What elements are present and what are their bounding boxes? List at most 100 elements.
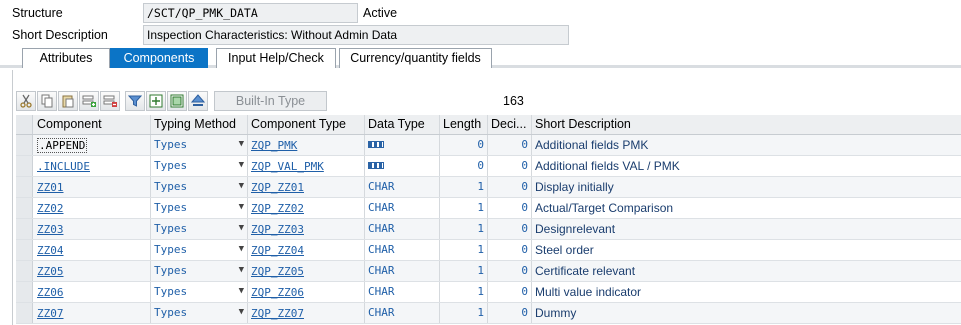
data-type-value: CHAR — [368, 264, 395, 277]
row-selector[interactable] — [16, 261, 33, 281]
component-name[interactable]: ZZ02 — [37, 202, 64, 215]
component-type-link[interactable]: ZQP_PMK — [251, 139, 297, 152]
component-name[interactable]: ZZ04 — [37, 244, 64, 257]
column-header-typing-method[interactable]: Typing Method — [151, 115, 248, 134]
row-selector[interactable] — [16, 240, 33, 260]
short-description-value: Certificate relevant — [535, 264, 636, 278]
delete-row-icon[interactable] — [100, 91, 120, 111]
column-header-component[interactable]: Component — [34, 115, 151, 134]
short-description-field[interactable]: Inspection Characteristics: Without Admi… — [143, 25, 569, 45]
paste-icon[interactable] — [58, 91, 78, 111]
table-row[interactable]: ZZ06 Types ▼ ZQP_ZZ06 CHAR 1 0 Multi value indi… — [16, 282, 961, 303]
structure-label: Structure — [12, 6, 63, 20]
chevron-down-icon: ▼ — [238, 139, 244, 149]
component-name[interactable]: ZZ06 — [37, 286, 64, 299]
tab-input-help-check[interactable]: Input Help/Check — [216, 48, 336, 68]
row-selector[interactable] — [16, 177, 33, 197]
status-text: Active — [363, 6, 398, 20]
tab-components[interactable]: Components — [110, 48, 208, 68]
built-in-type-button[interactable]: Built-In Type — [214, 91, 327, 111]
decimals-value: 0 — [488, 219, 532, 239]
short-description-value: Designrelevant — [535, 222, 616, 236]
row-selector[interactable] — [16, 282, 33, 302]
row-selector[interactable] — [16, 303, 33, 323]
chevron-down-icon: ▼ — [238, 160, 244, 170]
component-name[interactable]: ZZ03 — [37, 223, 64, 236]
copy-icon[interactable] — [37, 91, 57, 111]
tab-attributes[interactable]: Attributes — [22, 48, 110, 68]
structure-icon — [368, 141, 384, 148]
length-value: 1 — [440, 282, 488, 302]
short-description-value: Multi value indicator — [535, 285, 642, 299]
component-name[interactable]: ZZ07 — [37, 307, 64, 320]
typing-method-select[interactable]: Types ▼ — [151, 240, 248, 260]
typing-method-select[interactable]: Types ▼ — [151, 303, 248, 323]
typing-method-value: Types — [154, 138, 188, 151]
collapse-icon[interactable] — [167, 91, 187, 111]
component-name[interactable]: ZZ05 — [37, 265, 64, 278]
component-name[interactable]: .INCLUDE — [37, 160, 90, 173]
column-header-decimals[interactable]: Deci... — [488, 115, 532, 134]
data-type-cell: CHAR — [365, 219, 440, 239]
typing-method-select[interactable]: Types ▼ — [151, 135, 248, 155]
component-type-link[interactable]: ZQP_ZZ05 — [251, 265, 304, 278]
table-row[interactable]: .INCLUDE Types ▼ ZQP_VAL_PMK 0 0 Additional fi… — [16, 156, 961, 177]
select-all-cell[interactable] — [16, 115, 33, 134]
typing-method-select[interactable]: Types ▼ — [151, 177, 248, 197]
decimals-value: 0 — [488, 135, 532, 155]
cut-icon[interactable] — [16, 91, 36, 111]
table-row[interactable]: ZZ01 Types ▼ ZQP_ZZ01 CHAR 1 0 Display initiall… — [16, 177, 961, 198]
expand-icon[interactable] — [146, 91, 166, 111]
table-row[interactable]: ZZ02 Types ▼ ZQP_ZZ02 CHAR 1 0 Actual/Target Co… — [16, 198, 961, 219]
data-type-cell: CHAR — [365, 177, 440, 197]
table-row[interactable]: ZZ07 Types ▼ ZQP_ZZ07 CHAR 1 0 Dummy — [16, 303, 961, 324]
chevron-down-icon: ▼ — [238, 307, 244, 317]
sort-icon[interactable] — [188, 91, 208, 111]
row-selector[interactable] — [16, 198, 33, 218]
typing-method-value: Types — [154, 264, 188, 277]
tab-currency-quantity-fields[interactable]: Currency/quantity fields — [339, 48, 492, 68]
column-header-length[interactable]: Length — [440, 115, 488, 134]
typing-method-select[interactable]: Types ▼ — [151, 282, 248, 302]
component-name[interactable]: .APPEND — [37, 138, 88, 153]
component-type-link[interactable]: ZQP_ZZ01 — [251, 181, 304, 194]
short-description-value: Display initially — [535, 180, 614, 194]
component-type-link[interactable]: ZQP_ZZ04 — [251, 244, 304, 257]
length-value: 1 — [440, 219, 488, 239]
table-row[interactable]: .APPEND Types ▼ ZQP_PMK 0 0 Additional fields … — [16, 135, 961, 156]
row-selector[interactable] — [16, 219, 33, 239]
data-type-cell: CHAR — [365, 240, 440, 260]
component-type-link[interactable]: ZQP_ZZ06 — [251, 286, 304, 299]
column-header-short-description[interactable]: Short Description — [532, 115, 961, 134]
typing-method-value: Types — [154, 159, 188, 172]
short-description-label: Short Description — [12, 28, 108, 42]
chevron-down-icon: ▼ — [238, 286, 244, 296]
components-table: Component Typing Method Component Type D… — [16, 115, 961, 324]
table-row[interactable]: ZZ05 Types ▼ ZQP_ZZ05 CHAR 1 0 Certificate rele… — [16, 261, 961, 282]
row-selector[interactable] — [16, 156, 33, 176]
column-header-component-type[interactable]: Component Type — [248, 115, 365, 134]
length-value: 1 — [440, 198, 488, 218]
column-header-data-type[interactable]: Data Type — [365, 115, 440, 134]
data-type-value: CHAR — [368, 222, 395, 235]
component-type-link[interactable]: ZQP_ZZ02 — [251, 202, 304, 215]
component-name[interactable]: ZZ01 — [37, 181, 64, 194]
typing-method-select[interactable]: Types ▼ — [151, 156, 248, 176]
component-type-link[interactable]: ZQP_ZZ07 — [251, 307, 304, 320]
data-type-cell: CHAR — [365, 282, 440, 302]
filter-icon[interactable] — [125, 91, 145, 111]
length-value: 0 — [440, 156, 488, 176]
length-value: 1 — [440, 261, 488, 281]
length-value: 0 — [440, 135, 488, 155]
row-selector[interactable] — [16, 135, 33, 155]
component-type-link[interactable]: ZQP_ZZ03 — [251, 223, 304, 236]
decimals-value: 0 — [488, 198, 532, 218]
typing-method-select[interactable]: Types ▼ — [151, 219, 248, 239]
table-row[interactable]: ZZ04 Types ▼ ZQP_ZZ04 CHAR 1 0 Steel order — [16, 240, 961, 261]
insert-row-icon[interactable] — [79, 91, 99, 111]
structure-field[interactable]: /SCT/QP_PMK_DATA — [143, 3, 358, 23]
table-row[interactable]: ZZ03 Types ▼ ZQP_ZZ03 CHAR 1 0 Designrelevant — [16, 219, 961, 240]
typing-method-select[interactable]: Types ▼ — [151, 261, 248, 281]
component-type-link[interactable]: ZQP_VAL_PMK — [251, 160, 324, 173]
typing-method-select[interactable]: Types ▼ — [151, 198, 248, 218]
